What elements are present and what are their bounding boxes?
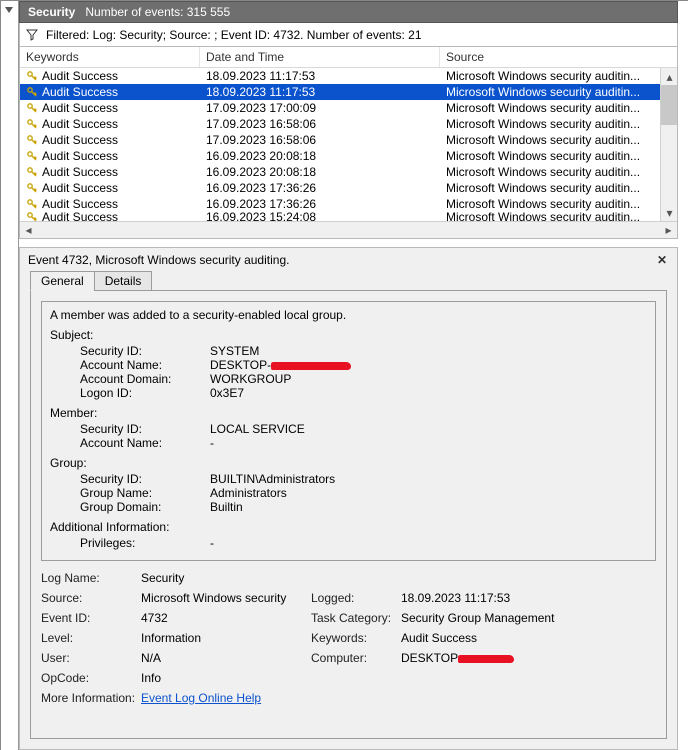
key-icon [26,166,38,178]
title-bar: Security Number of events: 315 555 [19,1,678,23]
table-row[interactable]: Audit Success18.09.2023 11:17:53Microsof… [20,68,677,84]
event-grid: Keywords Date and Time Source Audit Succ… [19,47,678,239]
scroll-up-button[interactable]: ▴ [661,68,677,85]
event-count-label: Number of events: 315 555 [85,5,230,19]
key-icon [26,198,38,210]
horizontal-scrollbar[interactable]: ◂ ▸ [20,221,677,238]
key-icon [26,134,38,146]
key-icon [26,70,38,82]
redaction-icon [271,362,351,370]
event-message: A member was added to a security-enabled… [41,301,656,561]
grid-header[interactable]: Keywords Date and Time Source [20,47,677,68]
column-header-datetime[interactable]: Date and Time [200,47,440,67]
column-header-keywords[interactable]: Keywords [20,47,200,67]
filter-bar: Filtered: Log: Security; Source: ; Event… [19,23,678,47]
key-icon [26,102,38,114]
table-row[interactable]: Audit Success17.09.2023 17:00:09Microsof… [20,100,677,116]
tab-general[interactable]: General [30,271,95,291]
tab-strip: General Details [30,271,673,291]
scroll-left-button[interactable]: ◂ [20,222,37,239]
table-row[interactable]: Audit Success16.09.2023 17:36:26Microsof… [20,196,677,212]
column-header-source[interactable]: Source [440,47,677,67]
event-log-online-help-link[interactable]: Event Log Online Help [141,691,261,705]
close-icon[interactable]: ✕ [655,253,669,267]
scroll-thumb[interactable] [661,85,677,125]
tab-details[interactable]: Details [94,271,153,291]
table-row[interactable]: Audit Success16.09.2023 20:08:18Microsof… [20,148,677,164]
detail-title: Event 4732, Microsoft Windows security a… [28,253,655,267]
table-row[interactable]: Audit Success17.09.2023 16:58:06Microsof… [20,132,677,148]
member-label: Member: [50,406,647,420]
event-detail-pane: Event 4732, Microsoft Windows security a… [19,247,678,750]
key-icon [26,86,38,98]
grid-body[interactable]: Audit Success18.09.2023 11:17:53Microsof… [20,68,677,221]
addl-info-label: Additional Information: [50,520,647,534]
vertical-scrollbar[interactable]: ▴ ▾ [660,68,677,221]
tab-body-general: A member was added to a security-enabled… [30,290,667,739]
table-row[interactable]: Audit Success16.09.2023 17:36:26Microsof… [20,180,677,196]
group-label: Group: [50,456,647,470]
table-row[interactable]: Audit Success16.09.2023 15:24:08Microsof… [20,212,677,221]
scroll-down-button[interactable]: ▾ [661,204,677,221]
redaction-icon [458,655,514,663]
left-gutter [1,1,19,750]
table-row[interactable]: Audit Success18.09.2023 11:17:53Microsof… [20,84,677,100]
key-icon [26,182,38,194]
scroll-right-button[interactable]: ▸ [660,222,677,239]
subject-label: Subject: [50,328,647,342]
log-name-title: Security [28,5,75,19]
key-icon [26,150,38,162]
key-icon [26,212,38,221]
filter-description: Filtered: Log: Security; Source: ; Event… [46,28,422,42]
event-summary-grid: Log Name: Security Source: Microsoft Win… [41,571,656,705]
message-summary: A member was added to a security-enabled… [50,308,647,322]
collapse-arrow-icon[interactable] [5,7,13,13]
key-icon [26,118,38,130]
table-row[interactable]: Audit Success16.09.2023 20:08:18Microsof… [20,164,677,180]
filter-icon [26,29,38,41]
table-row[interactable]: Audit Success17.09.2023 16:58:06Microsof… [20,116,677,132]
